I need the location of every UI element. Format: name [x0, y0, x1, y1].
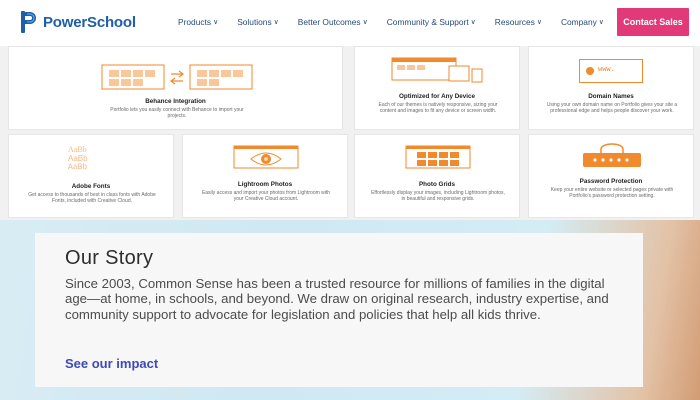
nav-menu: Products ∨ Solutions ∨ Better Outcomes ∨ Co…: [178, 17, 623, 27]
feature-desc: Keep your entire website or selected pag…: [550, 187, 674, 200]
devices-icon: [391, 57, 483, 83]
feature-desc: Portfolio lets you easily connect with B…: [110, 107, 244, 120]
photo-grid-icon: [405, 145, 471, 169]
nav-item-label: Better Outcomes: [297, 17, 361, 27]
nav-item-products[interactable]: Products ∨: [178, 17, 218, 27]
nav-item-company[interactable]: Company ∨: [561, 17, 604, 27]
nav-item-resources[interactable]: Resources ∨: [495, 17, 542, 27]
feature-card-domain[interactable]: www. Domain Names Using your own domain …: [528, 46, 694, 130]
feature-title: Password Protection: [579, 178, 643, 185]
feature-title: Optimized for Any Device: [398, 93, 476, 100]
chevron-down-icon: ∨: [213, 19, 219, 26]
password-lock-icon: [583, 143, 641, 167]
font-sample-row: AaBb: [68, 145, 87, 154]
nav-item-label: Solutions: [237, 17, 272, 27]
page: PowerSchool Products ∨ Solutions ∨ Better …: [0, 0, 700, 400]
feature-card-adobe-fonts[interactable]: AaBb AaBb AaBb Adobe Fonts Get access to…: [8, 134, 174, 218]
story-body: Since 2003, Common Sense has been a trus…: [65, 276, 609, 322]
nav-item-solutions[interactable]: Solutions ∨: [237, 17, 279, 27]
font-sample-row: AaBb: [68, 154, 88, 163]
feature-card-behance[interactable]: Behance Integration Portfolio lets you e…: [8, 46, 343, 130]
fonts-icon: AaBb AaBb AaBb: [64, 145, 120, 175]
nav-item-label: Resources: [494, 17, 535, 27]
chevron-down-icon: ∨: [598, 19, 604, 26]
font-sample-row: AaBb: [68, 163, 88, 172]
story-title: Our Story: [65, 247, 154, 269]
feature-desc: Get access to thousands of best in class…: [28, 192, 156, 205]
chevron-down-icon: ∨: [273, 19, 279, 26]
behance-sync-icon: [101, 64, 253, 90]
domain-browser-icon: www.: [579, 59, 643, 83]
feature-desc: Effortlessly display your images, includ…: [371, 190, 505, 203]
chevron-down-icon: ∨: [470, 19, 476, 26]
nav-item-community-support[interactable]: Community & Support ∨: [387, 17, 476, 27]
chevron-down-icon: ∨: [536, 19, 542, 26]
our-story-card: Our Story Since 2003, Common Sense has b…: [35, 233, 643, 387]
feature-title: Adobe Fonts: [71, 183, 111, 190]
feature-desc: Using your own domain name on Portfolio …: [546, 102, 678, 115]
feature-card-photo-grids[interactable]: Photo Grids Effortlessly display your im…: [354, 134, 520, 218]
feature-title: Lightroom Photos: [237, 181, 293, 188]
nav-item-label: Company: [560, 17, 597, 27]
feature-card-devices[interactable]: Optimized for Any Device Each of our the…: [354, 46, 520, 130]
nav-item-label: Community & Support: [386, 17, 469, 27]
domain-sample-text: www.: [598, 66, 615, 74]
brand-name: PowerSchool: [43, 13, 136, 31]
feature-desc: Easily access and import your photos fro…: [201, 190, 331, 203]
feature-title: Domain Names: [588, 93, 634, 100]
lightroom-eye-icon: [233, 145, 299, 169]
powerschool-logo[interactable]: PowerSchool: [20, 10, 136, 34]
feature-title: Behance Integration: [145, 98, 206, 105]
feature-desc: Each of our themes is natively responsiv…: [378, 102, 498, 115]
powerschool-logo-icon: [21, 11, 36, 33]
top-nav: PowerSchool Products ∨ Solutions ∨ Better …: [0, 0, 700, 46]
feature-card-lightroom[interactable]: Lightroom Photos Easily access and impor…: [182, 134, 348, 218]
feature-card-password[interactable]: Password Protection Keep your entire web…: [528, 134, 694, 218]
nav-item-label: Products: [178, 17, 212, 27]
nav-item-better-outcomes[interactable]: Better Outcomes ∨: [298, 17, 368, 27]
feature-title: Photo Grids: [418, 181, 456, 188]
contact-sales-button[interactable]: Contact Sales: [617, 8, 689, 36]
features-grid: Behance Integration Portfolio lets you e…: [0, 46, 700, 220]
see-our-impact-link[interactable]: See our impact: [65, 356, 158, 371]
chevron-down-icon: ∨: [362, 19, 368, 26]
